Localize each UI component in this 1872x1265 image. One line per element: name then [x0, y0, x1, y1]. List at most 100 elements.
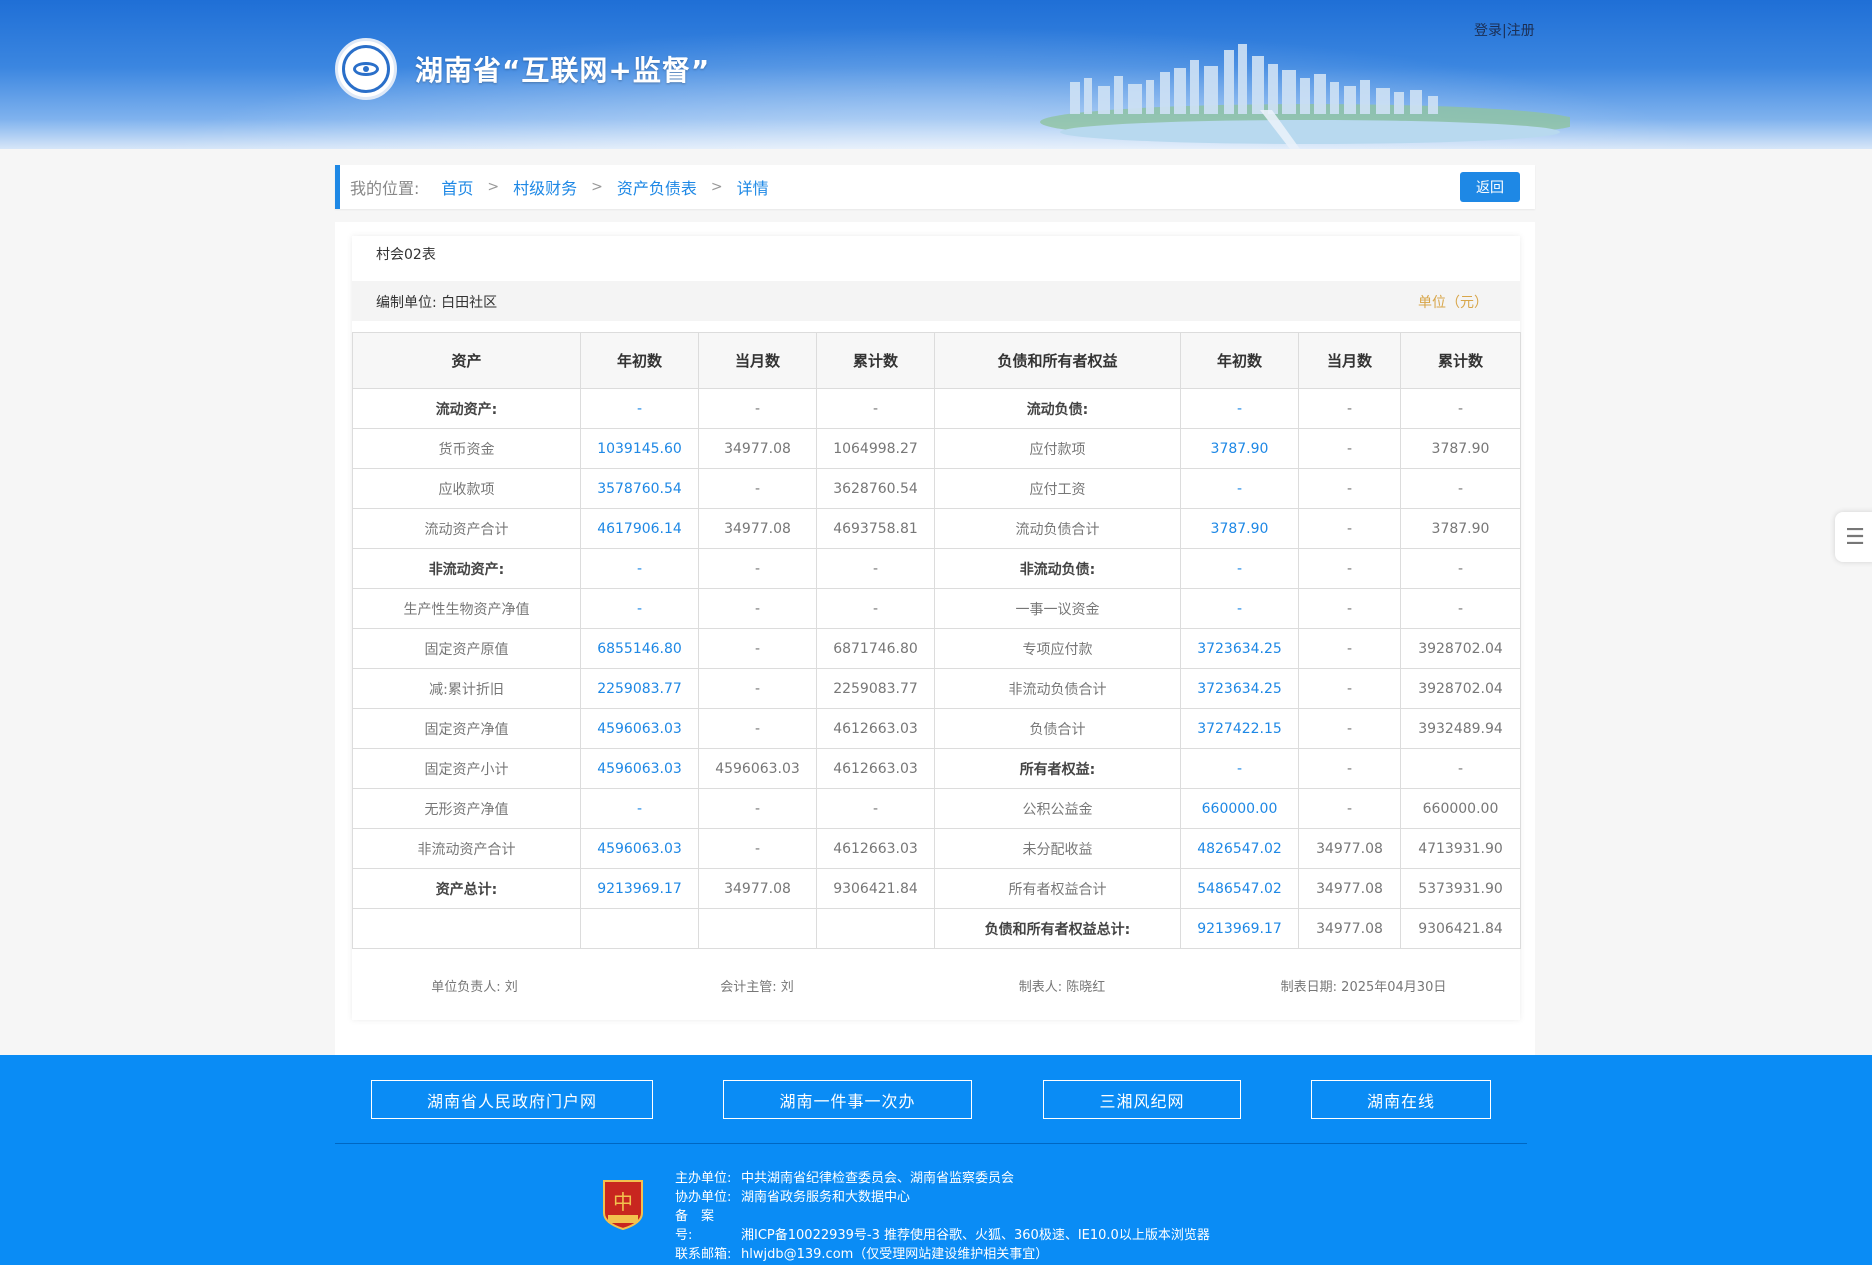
asset-cumulative-cell: 1064998.27 — [816, 428, 935, 469]
breadcrumb-sep: > — [710, 179, 723, 195]
asset-begin-cell[interactable]: 6855146.80 — [580, 628, 699, 669]
liability-begin-cell[interactable]: - — [1180, 588, 1299, 629]
asset-name-cell: 减:累计折旧 — [352, 668, 581, 709]
asset-month-cell — [698, 908, 817, 949]
liability-begin-cell[interactable]: 660000.00 — [1180, 788, 1299, 829]
table-row: 固定资产净值 4596063.03-4612663.03 负债合计 3727422.1… — [352, 708, 1521, 749]
asset-begin-cell[interactable]: 4617906.14 — [580, 508, 699, 549]
login-link[interactable]: 登录 — [1474, 23, 1502, 39]
site-header: 湖南省“互联网+监督” 登录|注册 — [0, 0, 1872, 149]
liability-begin-cell[interactable]: 3727422.15 — [1180, 708, 1299, 749]
asset-month-cell: 4596063.03 — [698, 748, 817, 789]
asset-name-cell: 非流动资产合计 — [352, 828, 581, 869]
asset-begin-cell[interactable]: - — [580, 388, 699, 429]
asset-begin-cell[interactable]: 1039145.60 — [580, 428, 699, 469]
liability-begin-cell[interactable]: - — [1180, 548, 1299, 589]
liability-begin-cell[interactable]: 3787.90 — [1180, 428, 1299, 469]
asset-begin-cell[interactable]: 4596063.03 — [580, 748, 699, 789]
unit-head: 单位负责人: 刘 — [431, 980, 518, 995]
party-govt-badge-icon[interactable]: 中 — [600, 1179, 646, 1231]
breadcrumb: 我的位置: 首页 > 村级财务 > 资产负债表 > 详情 返回 — [335, 165, 1535, 209]
site-logo-group[interactable]: 湖南省“互联网+监督” — [335, 38, 710, 100]
register-link[interactable]: 注册 — [1507, 23, 1535, 39]
logo-ring — [342, 45, 390, 93]
liability-month-cell: - — [1298, 588, 1401, 629]
asset-begin-cell[interactable]: 4596063.03 — [580, 708, 699, 749]
liability-begin-cell[interactable]: 3787.90 — [1180, 508, 1299, 549]
link-sanxiang-fengji[interactable]: 三湘风纪网 — [1043, 1080, 1241, 1119]
asset-name-cell: 货币资金 — [352, 428, 581, 469]
asset-begin-cell[interactable]: 3578760.54 — [580, 468, 699, 509]
site-footer: 湖南省人民政府门户网 湖南一件事一次办 三湘风纪网 湖南在线 中 主办单位: 中共… — [0, 1055, 1872, 1265]
liability-cumulative-cell: - — [1400, 748, 1521, 789]
liability-month-cell: - — [1298, 388, 1401, 429]
asset-name-cell: 资产总计: — [352, 868, 581, 909]
breadcrumb-detail[interactable]: 详情 — [737, 175, 769, 199]
table-maker: 制表人: 陈晓红 — [1018, 980, 1106, 995]
asset-begin-cell[interactable]: - — [580, 788, 699, 829]
asset-cumulative-cell: - — [816, 548, 935, 589]
liability-begin-cell[interactable]: - — [1180, 748, 1299, 789]
breadcrumb-balance-sheet[interactable]: 资产负债表 — [617, 175, 697, 199]
asset-name-cell: 流动资产合计 — [352, 508, 581, 549]
asset-begin-cell[interactable]: 9213969.17 — [580, 868, 699, 909]
liability-cumulative-cell: 660000.00 — [1400, 788, 1521, 829]
link-hunan-gov-portal[interactable]: 湖南省人民政府门户网 — [371, 1080, 653, 1119]
asset-begin-cell[interactable] — [580, 908, 699, 949]
asset-begin-cell[interactable]: - — [580, 548, 699, 589]
liability-month-cell: - — [1298, 668, 1401, 709]
liability-begin-cell[interactable]: 3723634.25 — [1180, 628, 1299, 669]
asset-month-cell: 34977.08 — [698, 868, 817, 909]
asset-begin-cell[interactable]: - — [580, 588, 699, 629]
liability-name-cell: 负债合计 — [934, 708, 1181, 749]
liability-begin-cell[interactable]: - — [1180, 388, 1299, 429]
liability-name-cell: 流动负债: — [934, 388, 1181, 429]
liability-cumulative-cell: 9306421.84 — [1400, 908, 1521, 949]
report-date: 制表日期: 2025年04月30日 — [1280, 980, 1447, 995]
asset-month-cell: - — [698, 708, 817, 749]
asset-name-cell: 无形资产净值 — [352, 788, 581, 829]
asset-begin-cell[interactable]: 2259083.77 — [580, 668, 699, 709]
link-hunan-one-thing[interactable]: 湖南一件事一次办 — [723, 1080, 972, 1119]
asset-cumulative-cell: - — [816, 388, 935, 429]
footer-divider — [335, 1143, 1527, 1144]
menu-collapse-icon[interactable]: ☰ — [1835, 512, 1872, 562]
table-row: 生产性生物资产净值 - - - 一事一议资金 - - - — [352, 588, 1521, 629]
asset-cumulative-cell: 4693758.81 — [816, 508, 935, 549]
accounting-supervisor: 会计主管: 刘 — [720, 980, 794, 995]
liability-name-cell: 应付工资 — [934, 468, 1181, 509]
site-title: 湖南省“互联网+监督” — [415, 54, 711, 87]
liability-cumulative-cell: 3787.90 — [1400, 508, 1521, 549]
liability-cumulative-cell: - — [1400, 388, 1521, 429]
liability-begin-cell[interactable]: - — [1180, 468, 1299, 509]
asset-month-cell: - — [698, 588, 817, 629]
liability-name-cell: 专项应付款 — [934, 628, 1181, 669]
liability-name-cell: 应付款项 — [934, 428, 1181, 469]
asset-name-cell: 非流动资产: — [352, 548, 581, 589]
back-button[interactable]: 返回 — [1460, 172, 1520, 202]
col-header-month: 当月数 — [1298, 332, 1401, 389]
table-row: 减:累计折旧 2259083.77-2259083.77 非流动负债合计 372363… — [352, 668, 1521, 709]
asset-begin-cell[interactable]: 4596063.03 — [580, 828, 699, 869]
liability-month-cell: - — [1298, 508, 1401, 549]
table-row: 固定资产小计 4596063.03 4596063.03 4612663.03 所有者权… — [352, 748, 1521, 789]
logo-eye — [353, 62, 379, 76]
breadcrumb-village-finance[interactable]: 村级财务 — [513, 175, 577, 199]
asset-month-cell: - — [698, 628, 817, 669]
asset-month-cell: - — [698, 828, 817, 869]
link-hunan-online[interactable]: 湖南在线 — [1311, 1080, 1491, 1119]
liability-month-cell: 34977.08 — [1298, 908, 1401, 949]
table-row: 资产总计: 9213969.17 34977.08 9306421.84 所有者权益合计… — [352, 868, 1521, 909]
breadcrumb-home[interactable]: 首页 — [441, 175, 473, 199]
footer-info: 主办单位: 中共湖南省纪律检查委员会、湖南省监察委员会 协办单位: 湖南省政务服务和… — [675, 1169, 1210, 1264]
table-body: 流动资产: - - - 流动负债: - - - 货币资金 1039145.60 34977.08 10… — [352, 388, 1521, 949]
form-number: 村会02表 — [376, 247, 436, 263]
liability-month-cell: - — [1298, 428, 1401, 469]
liability-begin-cell[interactable]: 9213969.17 — [1180, 908, 1299, 949]
liability-begin-cell[interactable]: 4826547.02 — [1180, 828, 1299, 869]
liability-begin-cell[interactable]: 3723634.25 — [1180, 668, 1299, 709]
asset-month-cell: 34977.08 — [698, 428, 817, 469]
liability-begin-cell[interactable]: 5486547.02 — [1180, 868, 1299, 909]
asset-month-cell: - — [698, 388, 817, 429]
table-row: 流动资产: - - - 流动负债: - - - — [352, 388, 1521, 429]
